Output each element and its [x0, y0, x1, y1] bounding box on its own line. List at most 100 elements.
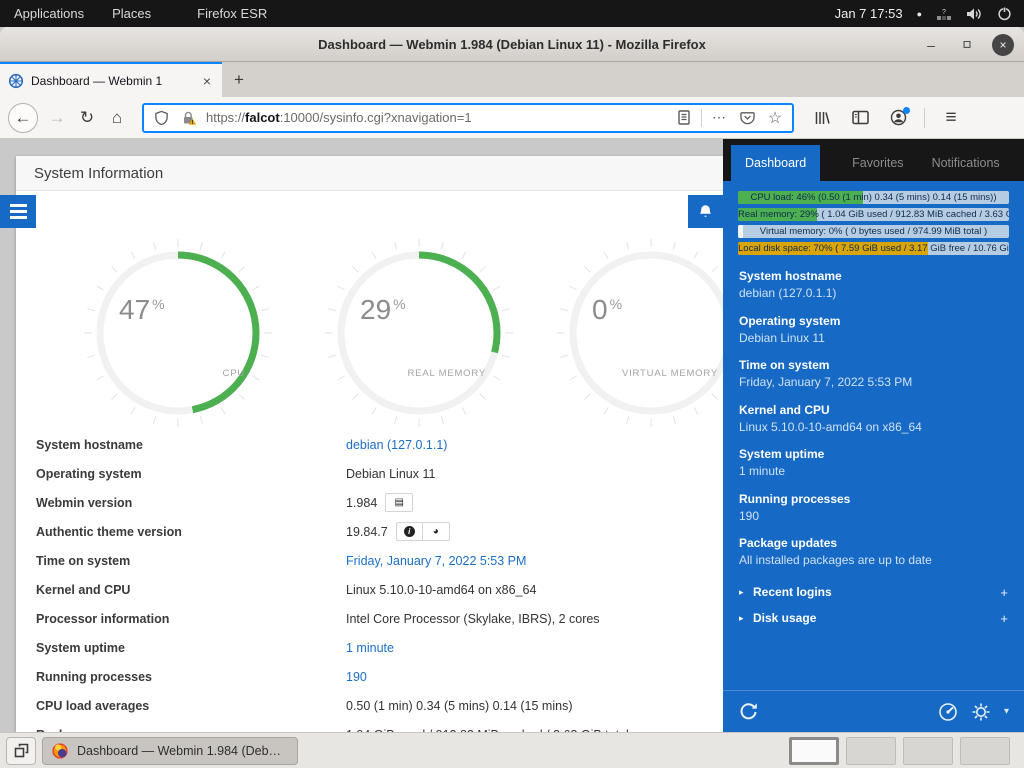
- urlbar-separator: [701, 109, 702, 127]
- row-value: 1.984▤: [346, 493, 413, 512]
- table-row: Kernel and CPULinux 5.10.0-10-amd64 on x…: [16, 575, 723, 604]
- insecure-lock-warning-icon[interactable]: [178, 107, 200, 129]
- gauge-ring: [83, 238, 273, 428]
- account-icon[interactable]: [884, 104, 912, 132]
- network-icon[interactable]: ?: [936, 7, 952, 21]
- gauge-label: CPU: [223, 368, 245, 379]
- power-icon[interactable]: [997, 6, 1012, 21]
- firefox-esr-menu[interactable]: Firefox ESR: [183, 0, 281, 27]
- toolbar-separator: [924, 108, 925, 128]
- sidebars-icon[interactable]: [846, 104, 874, 132]
- row-value-link[interactable]: 190: [346, 670, 367, 684]
- table-row: Processor informationIntel Core Processo…: [16, 604, 723, 633]
- webmin-release-notes-button[interactable]: ▤: [386, 494, 412, 511]
- applications-menu[interactable]: Applications: [0, 0, 98, 27]
- app-menu-icon[interactable]: ≡: [937, 104, 965, 132]
- url-bar[interactable]: https://falcot:10000/sysinfo.cgi?xnaviga…: [142, 103, 794, 133]
- url-text[interactable]: https://falcot:10000/sysinfo.cgi?xnaviga…: [206, 110, 667, 125]
- workspace-4[interactable]: [960, 737, 1010, 765]
- taskbar-window-label: Dashboard — Webmin 1.984 (Deb…: [77, 744, 281, 758]
- section-expand-button[interactable]: +: [1000, 585, 1008, 600]
- stat-bar[interactable]: CPU load: 46% (0.50 (1 min) 0.34 (5 mins…: [738, 191, 1009, 204]
- settings-gear-icon[interactable]: [971, 702, 991, 722]
- clock[interactable]: Jan 7 17:53: [835, 6, 903, 21]
- table-row: System hostnamedebian (127.0.1.1): [16, 430, 723, 459]
- stat-bar[interactable]: Local disk space: 70% ( 7.59 GiB used / …: [738, 242, 1009, 255]
- section-recent-logins[interactable]: ▸Recent logins+: [723, 579, 1024, 605]
- theme-palette-button[interactable]: ◕: [423, 523, 449, 540]
- table-row: CPU load averages0.50 (1 min) 0.34 (5 mi…: [16, 691, 723, 720]
- notifications-bell-button[interactable]: [688, 195, 723, 228]
- workspace-3[interactable]: [903, 737, 953, 765]
- entry-value: 190: [739, 508, 1008, 525]
- workspace-1[interactable]: [789, 737, 839, 765]
- row-label: Webmin version: [16, 496, 346, 510]
- bell-icon: [698, 204, 713, 220]
- gauge-cpu: 47%CPU: [83, 238, 273, 428]
- sidebar-toggle-button[interactable]: [0, 195, 36, 228]
- table-row: Real memory1.04 GiB used / 912.83 MiB ca…: [16, 720, 723, 732]
- tab-title: Dashboard — Webmin 1: [31, 74, 193, 88]
- home-button[interactable]: ⌂: [102, 103, 132, 133]
- row-button-group: i◕: [396, 522, 450, 541]
- row-label: Operating system: [16, 467, 346, 481]
- entry-value: 1 minute: [739, 463, 1008, 480]
- entry-value: Linux 5.10.0-10-amd64 on x86_64: [739, 419, 1008, 436]
- window-title: Dashboard — Webmin 1.984 (Debian Linux 1…: [318, 37, 706, 52]
- gauge-unit: %: [393, 296, 405, 312]
- page-title: System Information: [16, 156, 723, 191]
- section-expand-button[interactable]: +: [1000, 611, 1008, 626]
- entry-title: Operating system: [739, 313, 1008, 330]
- back-button[interactable]: ←: [8, 103, 38, 133]
- tab-dashboard-sidebar[interactable]: Dashboard: [731, 145, 820, 181]
- gauge-unit: %: [152, 296, 164, 312]
- stat-bar[interactable]: Virtual memory: 0% ( 0 bytes used / 974.…: [738, 225, 1009, 238]
- firefox-titlebar[interactable]: Dashboard — Webmin 1.984 (Debian Linux 1…: [0, 27, 1024, 62]
- tab-close-icon[interactable]: ×: [200, 73, 214, 89]
- page-actions-icon[interactable]: ⋯: [708, 107, 730, 129]
- tab-bar: Dashboard — Webmin 1 × +: [0, 62, 1024, 97]
- gauge-unit: %: [610, 296, 622, 312]
- sidebar-entry: Running processes190: [723, 491, 1024, 525]
- pocket-icon[interactable]: [736, 107, 758, 129]
- taskbar-window-button[interactable]: Dashboard — Webmin 1.984 (Deb…: [42, 737, 298, 765]
- row-label: System hostname: [16, 438, 346, 452]
- section-label: Disk usage: [753, 611, 1000, 625]
- theme-info-button[interactable]: i: [397, 523, 423, 540]
- system-information-panel: System Information 47%CPU29%REAL MEMORY0…: [16, 156, 723, 732]
- row-value-link[interactable]: Friday, January 7, 2022 5:53 PM: [346, 554, 526, 568]
- row-value-link[interactable]: 1 minute: [346, 641, 394, 655]
- reload-button[interactable]: ↻: [72, 103, 102, 133]
- section-caret-icon: ▸: [739, 613, 753, 624]
- row-value: 0.50 (1 min) 0.34 (5 mins) 0.14 (15 mins…: [346, 699, 572, 713]
- row-value: Intel Core Processor (Skylake, IBRS), 2 …: [346, 612, 600, 626]
- section-disk-usage[interactable]: ▸Disk usage+: [723, 605, 1024, 631]
- row-label: Running processes: [16, 670, 346, 684]
- show-desktop-button[interactable]: [6, 737, 36, 765]
- new-tab-button[interactable]: +: [222, 62, 256, 97]
- row-label: Processor information: [16, 612, 346, 626]
- system-monitor-icon[interactable]: [938, 702, 958, 722]
- reader-mode-icon[interactable]: [673, 107, 695, 129]
- tab-favorites[interactable]: Favorites: [838, 145, 917, 181]
- forward-button[interactable]: →: [42, 103, 72, 133]
- workspace-2[interactable]: [846, 737, 896, 765]
- tab-notifications[interactable]: Notifications: [918, 145, 1014, 181]
- bookmark-star-icon[interactable]: ☆: [764, 107, 786, 129]
- entry-value: Debian Linux 11: [739, 330, 1008, 347]
- close-button[interactable]: ×: [992, 34, 1014, 56]
- maximize-button[interactable]: ◻: [956, 34, 978, 56]
- volume-icon[interactable]: [966, 7, 983, 21]
- settings-caret-icon[interactable]: ▾: [1004, 706, 1009, 717]
- gauge-value: 0%: [592, 294, 622, 326]
- refresh-icon[interactable]: [738, 701, 759, 722]
- minimize-button[interactable]: –: [920, 34, 942, 56]
- tab-dashboard[interactable]: Dashboard — Webmin 1 ×: [0, 62, 222, 97]
- stat-bar[interactable]: Real memory: 29% ( 1.04 GiB used / 912.8…: [738, 208, 1009, 221]
- library-icon[interactable]: [808, 104, 836, 132]
- row-label: System uptime: [16, 641, 346, 655]
- row-value-link[interactable]: debian (127.0.1.1): [346, 438, 447, 452]
- tracking-protection-shield-icon[interactable]: [150, 107, 172, 129]
- entry-value: debian (127.0.1.1): [739, 285, 1008, 302]
- places-menu[interactable]: Places: [98, 0, 165, 27]
